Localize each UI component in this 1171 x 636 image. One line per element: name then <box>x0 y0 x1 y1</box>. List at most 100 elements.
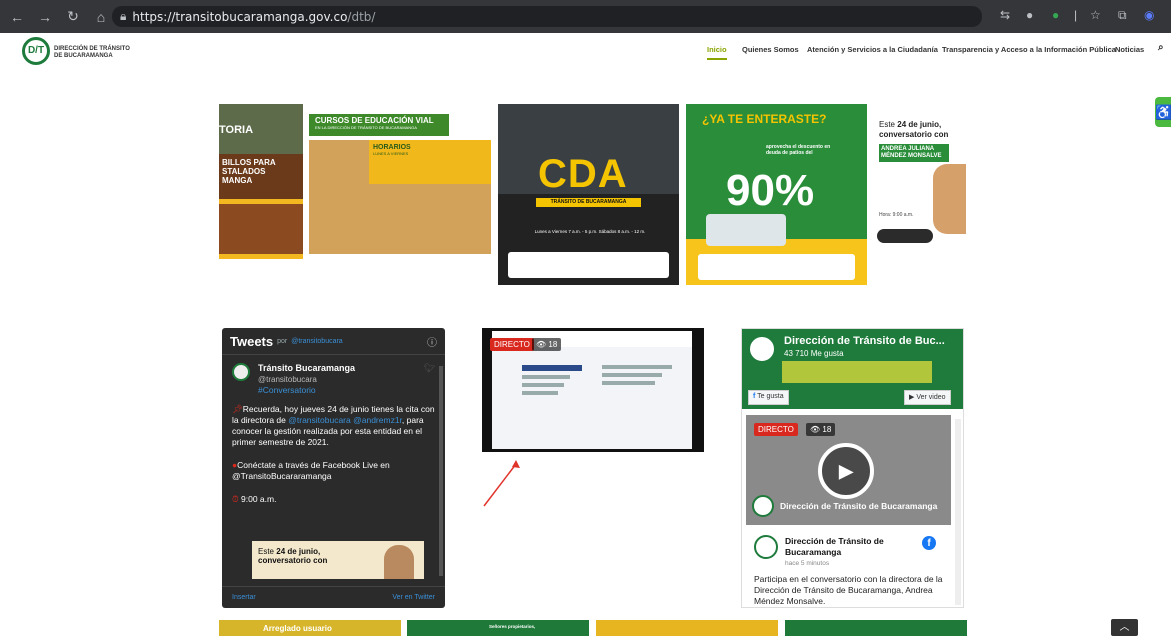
fb-post-time[interactable]: hace 5 minutos <box>785 560 829 567</box>
tweet-image-card[interactable]: Este 24 de junio, conversatorio con <box>252 541 424 579</box>
translate-icon[interactable]: ⇆ <box>1000 8 1010 22</box>
forward-icon[interactable]: → <box>34 9 56 25</box>
banner-3-title: CDA <box>538 152 628 196</box>
evernote-icon[interactable]: ● <box>1052 8 1059 22</box>
pin-icon: 📌︎ <box>232 404 243 414</box>
profile-icon[interactable]: ◉ <box>1144 8 1154 22</box>
twitter-user[interactable]: Tránsito Bucaramanga <box>258 363 355 374</box>
url-path: /dtb/ <box>347 9 376 24</box>
banner-5-line1: Este <box>879 120 896 129</box>
twitter-timeline[interactable]: Tweets por @transitobucara ⓘ Tránsito Bu… <box>222 328 445 608</box>
twitter-scrollbar[interactable] <box>439 366 443 576</box>
banner-convocatoria[interactable]: BILLOS PARA STALADOS MANGA TORIA <box>219 104 303 285</box>
banner-conversatorio[interactable]: Este 24 de junio, conversatorio con ANDR… <box>873 104 966 285</box>
url-host: https://transitobucaramanga.gov.co <box>132 9 348 24</box>
logo-line-1: DIRECCIÓN DE TRÁNSITO <box>54 46 130 52</box>
banner-2-subtitle: EN LA DIRECCIÓN DE TRÁNSITO DE BUCARAMAN… <box>315 125 417 130</box>
banner-1-line: STALADOS <box>222 167 266 176</box>
bird-icon: 🐦︎ <box>423 363 435 373</box>
banner-5-hour: Hora: 9:00 a.m. <box>879 212 914 218</box>
facebook-likes: 43 710 Me gusta <box>784 349 844 358</box>
fb-viewer-count-value: 18 <box>822 425 832 434</box>
bottom-banner-3[interactable] <box>596 620 778 636</box>
fb-post-avatar[interactable] <box>754 535 778 559</box>
eye-icon: 👁︎ <box>810 425 821 434</box>
facebook-page-title[interactable]: Dirección de Tránsito de Buc... <box>784 335 959 347</box>
banner-5-line2: conversatorio con <box>879 130 949 139</box>
twitter-by-handle[interactable]: @transitobucara <box>291 338 342 345</box>
banner-4-title: ¿YA TE ENTERASTE? <box>702 112 827 126</box>
nav-noticias[interactable]: Noticias <box>1115 45 1144 54</box>
banner-1-line: MANGA <box>222 176 253 185</box>
twitter-title: Tweets <box>230 333 274 349</box>
banner-2-horarios: HORARIOS <box>373 144 411 151</box>
fb-directo-badge: DIRECTO <box>754 423 798 436</box>
fb-video-avatar <box>752 495 774 517</box>
twitter-handle[interactable]: @transitobucara <box>258 374 355 385</box>
logo-mark[interactable]: D/T <box>22 37 50 65</box>
bottom-banner-2[interactable]: Señores propietarios, <box>407 620 589 636</box>
twitter-view-link[interactable]: Ver en Twitter <box>392 594 435 601</box>
tweet-mention-1[interactable]: @transitobucara <box>288 415 351 425</box>
twitter-hashtag[interactable]: #Conversatorio <box>258 385 355 396</box>
fb-post-name[interactable]: Dirección de Tránsito de Bucaramanga <box>785 536 915 558</box>
search-icon[interactable]: ⌕ <box>1158 42 1164 53</box>
banner-cursos-educacion-vial[interactable]: CURSOS DE EDUCACIÓN VIAL EN LA DIRECCIÓN… <box>309 104 491 285</box>
bottom-banner-1[interactable]: Arreglado usuario <box>219 620 401 636</box>
banner-1-heading: TORIA <box>219 124 254 136</box>
banner-5-name: ANDREA JULIANA MÉNDEZ MONSALVE <box>879 144 949 162</box>
info-icon[interactable]: ⓘ <box>427 334 437 349</box>
back-to-top-button[interactable]: ︿ <box>1111 619 1138 636</box>
banner-3-schedule: Lunes a Viernes 7 a.m. - 5 p.m. Sábados … <box>534 229 646 234</box>
tweet-card-line1: Este <box>258 547 275 556</box>
viewer-count-value: 18 <box>548 340 558 349</box>
extension-icon[interactable]: ● <box>1026 8 1033 22</box>
nav-atencion-servicios[interactable]: Atención y Servicios a la Ciudadanía <box>807 45 938 54</box>
alarm-clock-icon: ⏰︎ <box>232 494 239 504</box>
bottom-banner-4[interactable] <box>785 620 967 636</box>
video-camera-icon: ▶︎ <box>909 394 915 401</box>
banner-2-days: LUNES A VIERNES <box>373 151 409 156</box>
twitter-avatar[interactable] <box>232 363 250 381</box>
banner-5-date: 24 de junio, <box>897 120 942 129</box>
banner-cda[interactable]: CDA TRÁNSITO DE BUCARAMANGA Lunes a Vier… <box>498 104 679 285</box>
logo-text[interactable]: DIRECCIÓN DE TRÁNSITO DE BUCARAMANGA <box>54 46 130 60</box>
banner-ya-te-enteraste[interactable]: ¿YA TE ENTERASTE? aprovecha el descuento… <box>686 104 867 285</box>
facebook-page-plugin[interactable]: Dirección de Tránsito de Buc... 43 710 M… <box>741 328 964 608</box>
fb-post-text: Participa en el conversatorio con la dir… <box>754 574 943 606</box>
banner-3-subtitle: TRÁNSITO DE BUCARAMANGA <box>536 198 641 207</box>
fb-video-title[interactable]: Dirección de Tránsito de Bucaramanga <box>780 501 937 511</box>
favorites-icon[interactable]: ☆ <box>1090 8 1101 22</box>
facebook-watch-button[interactable]: ▶︎ Ver video <box>904 390 951 405</box>
facebook-like-button[interactable]: f Te gusta <box>748 390 789 405</box>
twitter-embed-link[interactable]: Insertar <box>232 594 256 601</box>
address-bar[interactable]: 🔒︎ https://transitobucaramanga.gov.co/dt… <box>112 6 982 27</box>
banner-4-percent: 90% <box>726 166 815 215</box>
site-header: D/T DIRECCIÓN DE TRÁNSITO DE BUCARAMANGA… <box>0 33 1171 69</box>
reload-icon[interactable]: ↻ <box>62 8 84 25</box>
bottom-banner-1-text: Arreglado usuario <box>263 624 332 633</box>
bottom-banner-2-text: Señores propietarios, <box>489 624 536 629</box>
red-arrow-annotation <box>483 460 520 507</box>
live-video-embed[interactable]: DIRECTO 👁︎ 18 <box>482 328 704 452</box>
facebook-logo-icon[interactable]: f <box>922 536 936 550</box>
tweet-mention-2[interactable]: @andremz1r <box>353 415 402 425</box>
nav-inicio[interactable]: Inicio <box>707 45 727 60</box>
eye-icon: 👁︎ <box>536 340 547 349</box>
nav-transparencia[interactable]: Transparencia y Acceso a la Información … <box>942 45 1116 54</box>
facebook-page-avatar[interactable] <box>748 335 776 363</box>
fb-scrollbar[interactable] <box>955 419 961 605</box>
facebook-live-video[interactable]: DIRECTO 👁︎ 18 ▶ Dirección de Tránsito de… <box>746 415 951 525</box>
nav-quienes-somos[interactable]: Quienes Somos <box>742 45 799 54</box>
accessibility-icon[interactable]: ♿ <box>1155 97 1171 127</box>
back-icon[interactable]: ← <box>6 9 28 25</box>
facebook-cover[interactable]: Dirección de Tránsito de Buc... 43 710 M… <box>742 329 963 409</box>
facebook-watch-label: Ver video <box>916 394 946 401</box>
lock-icon: 🔒︎ <box>120 9 127 23</box>
banner-4-text: aprovecha el descuento en deuda de patio… <box>766 144 831 156</box>
browser-toolbar: ← → ↻ ⌂ 🔒︎ https://transitobucaramanga.g… <box>0 0 1171 33</box>
chevron-up-icon: ︿ <box>1119 622 1130 633</box>
collections-icon[interactable]: ⧉ <box>1118 8 1127 23</box>
play-icon[interactable]: ▶ <box>818 443 874 499</box>
home-icon[interactable]: ⌂ <box>90 9 112 25</box>
